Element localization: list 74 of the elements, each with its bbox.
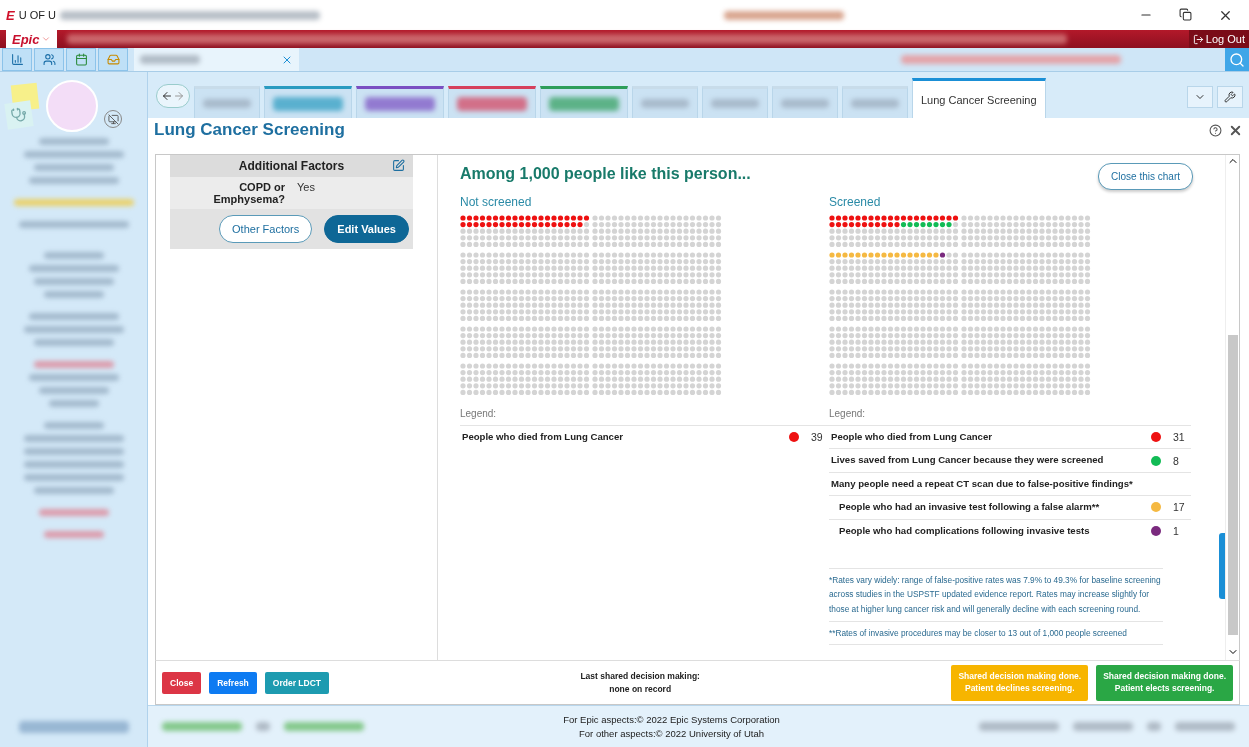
- legend-text: Lives saved from Lung Cancer because they were screened: [831, 453, 1105, 468]
- scrollbar[interactable]: [1225, 155, 1239, 660]
- close-button[interactable]: Close: [162, 671, 202, 694]
- legend-count: 17: [1173, 501, 1186, 514]
- sticky-note-icon[interactable]: [6, 84, 40, 128]
- legend-text: People who died from Lung Cancer: [831, 430, 993, 444]
- legend-label: Legend:: [460, 408, 498, 419]
- nav-tab[interactable]: [264, 86, 352, 118]
- edit-icon[interactable]: [392, 159, 405, 172]
- restore-icon[interactable]: [1179, 7, 1192, 21]
- nav-tab[interactable]: [356, 86, 444, 118]
- blurred-text: [256, 722, 270, 731]
- legend-count: 8: [1173, 454, 1180, 467]
- blurred-text: [43, 291, 104, 298]
- decision-button[interactable]: Shared decision making done. Patient elects screening.: [1096, 664, 1233, 701]
- other-factors-button[interactable]: Other Factors: [219, 215, 313, 243]
- epic-menu-button[interactable]: Epic: [6, 30, 58, 48]
- blurred-text: [38, 509, 109, 516]
- refresh-button[interactable]: Refresh: [209, 671, 257, 694]
- people-list-icon[interactable]: [34, 48, 64, 71]
- pane-handle[interactable]: [1219, 533, 1225, 599]
- help-icon[interactable]: [1209, 123, 1222, 137]
- logout-button[interactable]: Log Out: [1188, 30, 1249, 48]
- chart-icon[interactable]: [2, 48, 32, 71]
- wrench-button[interactable]: [1217, 86, 1243, 108]
- blurred-text: [1175, 722, 1235, 731]
- calendar-icon[interactable]: [66, 48, 96, 71]
- wrench-icon: [1224, 91, 1236, 103]
- chart-heading: Among 1,000 people like this person...: [460, 165, 751, 183]
- back-forward-button[interactable]: [156, 84, 190, 108]
- factor-value: Yes: [297, 181, 316, 195]
- legend-text: People who had an invasive test following a false alarm**: [839, 500, 1101, 515]
- logout-icon: [1192, 33, 1204, 45]
- workspace-tab[interactable]: [134, 48, 299, 71]
- legend-text: People who died from Lung Cancer: [462, 430, 624, 444]
- back-arrow-icon[interactable]: [161, 90, 173, 102]
- app-logo: E: [6, 7, 15, 23]
- close-chart-button[interactable]: Close this chart: [1098, 163, 1193, 190]
- inbox-icon[interactable]: [98, 48, 128, 71]
- edit-values-button[interactable]: Edit Values: [324, 215, 409, 243]
- dropdown-button[interactable]: [1187, 86, 1213, 108]
- window-title: U OF U: [18, 9, 56, 21]
- legend-text: Many people need a repeat CT scan due to false-positive findings*: [831, 476, 1134, 491]
- blurred-text: [43, 422, 104, 429]
- blurred-text: [43, 531, 104, 538]
- caret-icon: [41, 34, 52, 44]
- group-title: Screened: [829, 195, 882, 209]
- footnote: *Rates vary widely: range of false-positive rates was 7.9% to 49.3% for baseline screening across studies in the USPSTF updated evidence report. Rates may increase slightly for those at higher lung cancer risk and will generally decline with each screening round.: [829, 568, 1163, 622]
- copyright-text: For Epic aspects:© 2022 Epic Systems Corporation For other aspects:© 2022 University of Utah: [562, 713, 781, 740]
- legend-text: People who had complications following invasive tests: [839, 523, 1091, 538]
- factor-label: COPD or Emphysema?: [212, 181, 285, 205]
- nav-tab[interactable]: Lung Cancer Screening: [912, 78, 1046, 118]
- blurred-text: [48, 400, 99, 407]
- page-title: Lung Cancer Screening: [154, 120, 345, 140]
- blurred-text: [43, 252, 104, 259]
- blurred-text: [38, 138, 109, 145]
- order-button[interactable]: Order LDCT: [264, 671, 329, 694]
- group-title: Not screened: [460, 195, 533, 209]
- legend-label: Legend:: [829, 408, 867, 419]
- scroll-thumb[interactable]: [1228, 335, 1238, 635]
- patient-avatar: [46, 80, 98, 132]
- decision-status: Last shared decision making: none on record: [579, 669, 701, 696]
- nav-tab[interactable]: [540, 86, 628, 118]
- legend-count: 39: [811, 431, 824, 444]
- nav-tab[interactable]: [448, 86, 536, 118]
- blurred-text: [38, 387, 109, 394]
- card-title: Additional Factors: [238, 159, 345, 173]
- footnote: **Rates of invasive procedures may be closer to 13 out of 1,000 people screened: [829, 621, 1163, 645]
- legend-count: 31: [1173, 431, 1186, 444]
- search-button[interactable]: [1225, 48, 1249, 71]
- search-icon: [1229, 51, 1245, 68]
- blurred-text: [1073, 722, 1133, 731]
- legend-count: 1: [1173, 524, 1180, 537]
- blurred-text: [1147, 722, 1161, 731]
